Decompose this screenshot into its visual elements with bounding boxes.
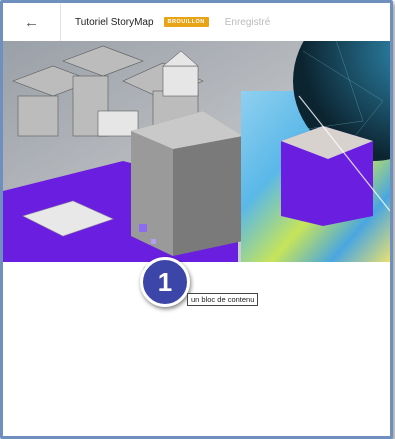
story-title[interactable]: Tutoriel StoryMap <box>75 17 154 28</box>
step-marker: 1 <box>140 257 190 307</box>
cover-illustration <box>3 41 390 262</box>
back-button[interactable]: ← <box>3 3 61 41</box>
app-window: ← Tutoriel StoryMap BROUILLON Enregistré <box>0 0 393 439</box>
add-block-tooltip: un bloc de contenu <box>187 293 259 306</box>
cover-image <box>3 41 390 262</box>
arrow-left-icon: ← <box>24 13 39 31</box>
storymap-header: ← Tutoriel StoryMap BROUILLON Enregistré <box>3 3 390 42</box>
status-badge: BROUILLON <box>163 17 209 27</box>
save-status: Enregistré <box>224 16 271 28</box>
